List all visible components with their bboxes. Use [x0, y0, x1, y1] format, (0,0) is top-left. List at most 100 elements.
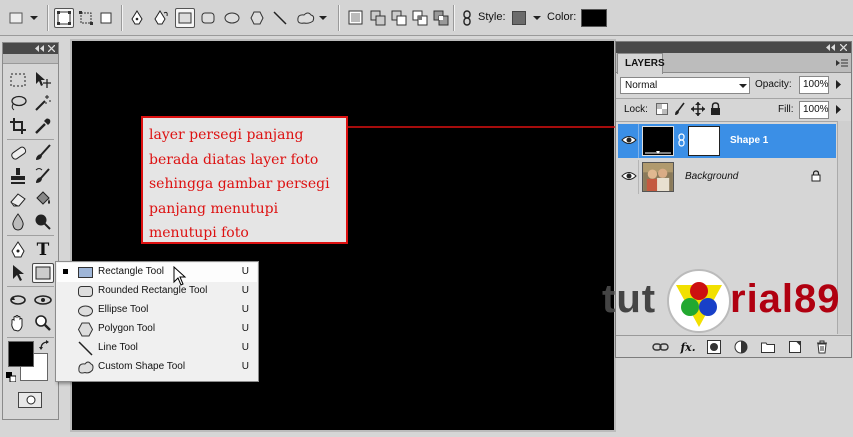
custom-shape-dropdown-arrow[interactable]: [317, 8, 329, 28]
fill-pixels-mode-button[interactable]: [96, 8, 116, 28]
menu-item-line-tool[interactable]: Line Tool U: [57, 339, 257, 358]
tools-panel-header[interactable]: [3, 43, 58, 54]
hand-icon: [11, 315, 23, 332]
vector-mask-thumbnail[interactable]: [688, 126, 720, 156]
fill-field[interactable]: 100%: [799, 101, 829, 119]
custom-shape-button[interactable]: [294, 8, 318, 28]
new-group-button[interactable]: [761, 340, 775, 354]
intersect-shape-area-button[interactable]: [410, 8, 430, 28]
bandage-icon: [11, 146, 27, 160]
path-selection-tool[interactable]: [7, 263, 29, 283]
exclude-shape-area-button[interactable]: [431, 8, 451, 28]
type-tool[interactable]: T: [32, 240, 54, 260]
lock-all-icon: [711, 102, 720, 115]
close-icon: [840, 44, 847, 51]
shape-fill-thumbnail[interactable]: [642, 126, 674, 156]
polygon-button[interactable]: [247, 8, 267, 28]
brush-tool[interactable]: [32, 143, 54, 163]
blend-mode-select[interactable]: Normal: [620, 77, 750, 94]
blur-tool[interactable]: [7, 212, 29, 232]
style-swatch[interactable]: [512, 11, 526, 25]
tools-panel-grip[interactable]: [3, 54, 58, 64]
tools-panel: T: [2, 42, 59, 420]
layer-row-shape-1[interactable]: Shape 1: [618, 124, 836, 158]
paint-bucket-tool[interactable]: [32, 189, 54, 209]
link-layers-button[interactable]: [652, 340, 670, 354]
add-shape-area-button[interactable]: [368, 8, 388, 28]
link-layers-icon: [652, 343, 669, 351]
new-layer-button[interactable]: [788, 340, 802, 354]
combine-shape-mode-button[interactable]: [346, 8, 366, 28]
hand-tool[interactable]: [7, 313, 29, 333]
menu-item-shortcut: U: [241, 266, 249, 277]
ellipse-button[interactable]: [222, 8, 242, 28]
freeform-pen-button[interactable]: [151, 8, 171, 28]
link-layer-style-button[interactable]: [457, 8, 477, 28]
opacity-field[interactable]: 100%: [799, 76, 829, 94]
lock-label: Lock:: [624, 104, 648, 115]
menu-item-label: Rounded Rectangle Tool: [98, 285, 208, 296]
blur-drop-icon: [12, 213, 24, 231]
menu-item-rounded-rectangle-tool[interactable]: Rounded Rectangle Tool U: [57, 282, 257, 301]
menu-item-label: Rectangle Tool: [98, 266, 164, 277]
crop-tool[interactable]: [7, 116, 29, 136]
ellipse-icon: [224, 12, 240, 24]
trash-icon: [817, 340, 827, 354]
eyedropper-icon: [35, 118, 51, 134]
menu-item-custom-shape-tool[interactable]: Custom Shape Tool U: [57, 358, 257, 377]
spot-healing-brush-tool[interactable]: [7, 143, 29, 163]
menu-item-rectangle-tool[interactable]: Rectangle Tool U: [57, 263, 257, 282]
custom-shape-icon: [78, 361, 94, 374]
fill-color-indicator-icon: [645, 151, 671, 154]
line-button[interactable]: [270, 8, 290, 28]
opacity-label: Opacity:: [755, 79, 792, 90]
style-dropdown-arrow[interactable]: [531, 8, 543, 28]
layer-mask-icon: [707, 340, 721, 354]
dodge-tool[interactable]: [32, 212, 54, 232]
3d-orbit-tool[interactable]: [32, 290, 54, 310]
lasso-tool[interactable]: [7, 93, 29, 113]
delete-layer-button[interactable]: [815, 340, 829, 354]
foreground-color-swatch-front[interactable]: [8, 341, 34, 367]
shape-layers-mode-button[interactable]: [54, 8, 74, 28]
layer-style-button[interactable]: fx.: [679, 340, 697, 354]
new-adjustment-layer-button[interactable]: [734, 340, 748, 354]
tool-preset-picker[interactable]: [6, 8, 26, 28]
layers-panel-header[interactable]: [616, 42, 851, 53]
move-tool[interactable]: [32, 70, 54, 90]
quick-mask-button[interactable]: [18, 392, 42, 408]
tab-layers[interactable]: LAYERS: [617, 53, 665, 74]
pen-tool[interactable]: [7, 240, 29, 260]
zoom-tool[interactable]: [32, 313, 54, 333]
pen-tool-button[interactable]: [127, 8, 147, 28]
new-layer-icon: [789, 341, 801, 353]
magic-wand-tool[interactable]: [32, 93, 54, 113]
color-swatch[interactable]: [581, 9, 607, 27]
3d-rotate-tool[interactable]: [7, 290, 29, 310]
menu-item-ellipse-tool[interactable]: Ellipse Tool U: [57, 301, 257, 320]
layer-row-background[interactable]: Background: [618, 160, 836, 194]
rounded-rectangle-button[interactable]: [198, 8, 218, 28]
lock-transparent-pixels-icon: [656, 103, 668, 115]
rectangular-marquee-tool[interactable]: [7, 70, 29, 90]
rounded-rectangle-icon: [78, 286, 93, 297]
paths-icon: [79, 11, 93, 25]
menu-item-shortcut: U: [241, 342, 249, 353]
collapse-arrows-icon: [826, 44, 835, 51]
eyedropper-tool[interactable]: [32, 116, 54, 136]
paths-mode-button[interactable]: [76, 8, 96, 28]
shape-layers-icon: [57, 11, 71, 25]
chevron-down-icon: [319, 16, 327, 20]
add-layer-mask-button[interactable]: [707, 340, 721, 354]
clone-stamp-tool[interactable]: [7, 166, 29, 186]
eye-visibility-icon: [621, 136, 637, 144]
rectangle-tool[interactable]: [32, 263, 54, 283]
eraser-tool[interactable]: [7, 189, 29, 209]
history-brush-tool[interactable]: [32, 166, 54, 186]
menu-item-polygon-tool[interactable]: Polygon Tool U: [57, 320, 257, 339]
history-brush-icon: [35, 168, 50, 183]
subtract-shape-area-button[interactable]: [389, 8, 409, 28]
annotation-arrow: [346, 123, 638, 132]
rectangle-shape-button[interactable]: [175, 8, 195, 28]
preset-dropdown-arrow[interactable]: [28, 8, 40, 28]
